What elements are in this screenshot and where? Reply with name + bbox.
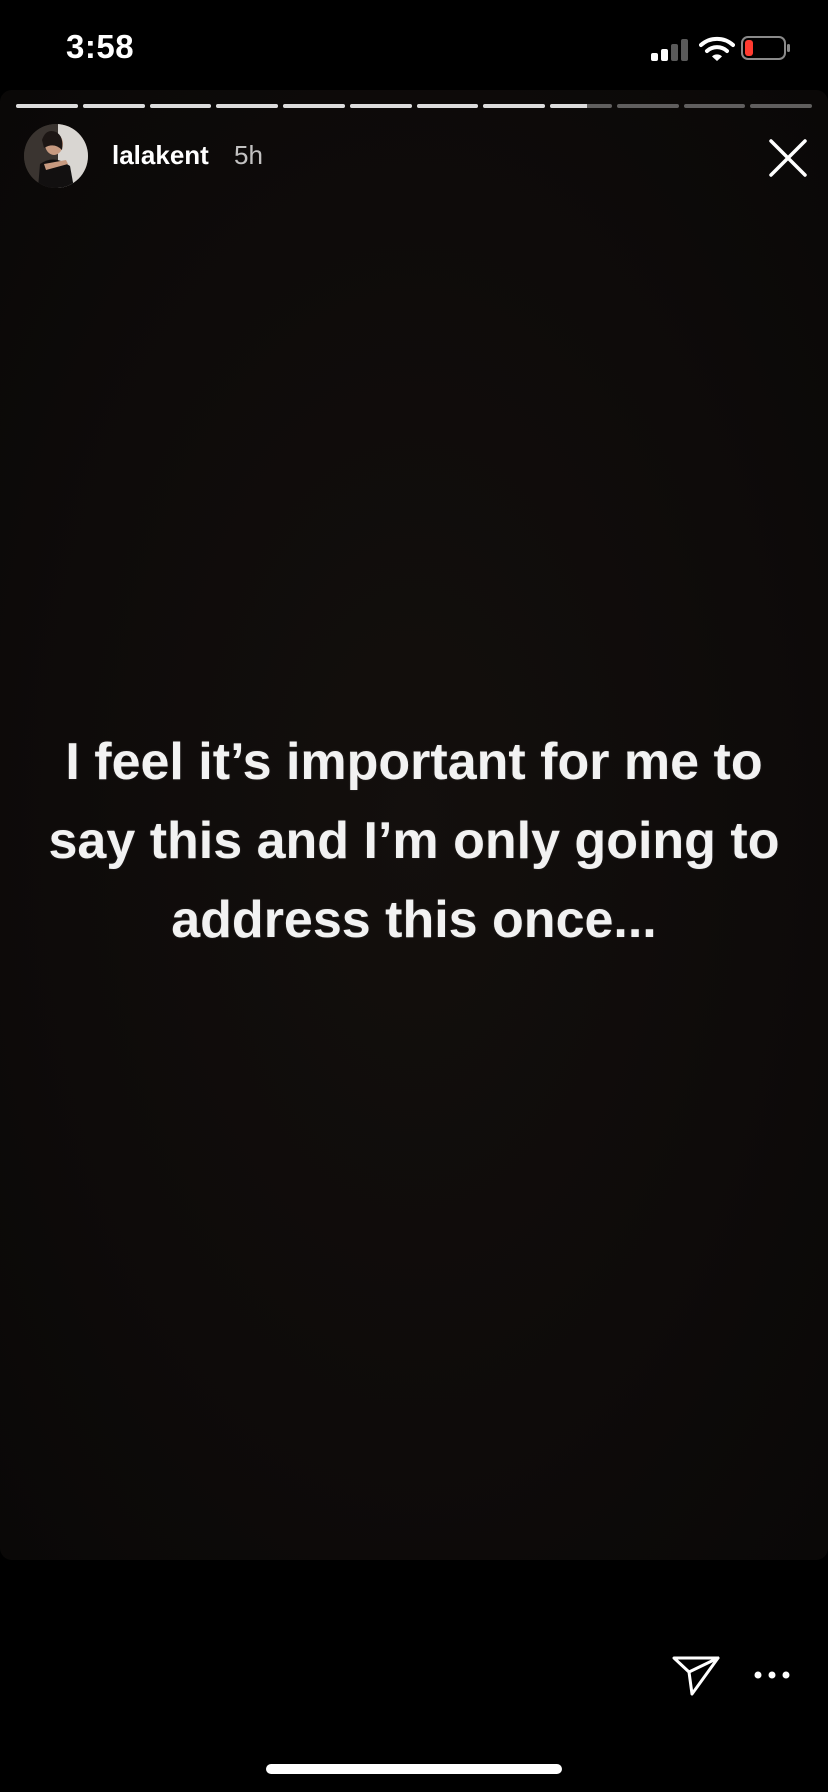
profile-avatar[interactable] [24, 124, 88, 188]
story-progress-segment [82, 104, 145, 108]
story-progress-segment [349, 104, 412, 108]
story-progress-segment [216, 104, 278, 108]
status-bar: 3:58 [0, 0, 828, 90]
story-username[interactable]: lalakent [112, 140, 209, 171]
story-progress-segment [483, 104, 545, 108]
send-paper-plane-icon[interactable] [672, 1654, 720, 1698]
wifi-icon [699, 36, 735, 62]
story-progress-segment [149, 104, 212, 108]
cellular-signal-icon [651, 37, 691, 61]
story-progress-segment [283, 104, 345, 108]
story-progress-bar [16, 104, 812, 108]
status-time: 3:58 [66, 28, 135, 65]
story-progress-segment [550, 104, 612, 108]
home-indicator[interactable] [266, 1764, 562, 1774]
story-progress-segment [616, 104, 679, 108]
story-text: I feel it’s important for me to say this… [48, 733, 780, 949]
story-header: lalakent 5h [24, 124, 807, 188]
story-time-ago: 5h [234, 140, 263, 170]
story-progress-segment [750, 104, 812, 108]
story-progress-segment [683, 104, 746, 108]
battery-low-icon [741, 36, 791, 60]
close-icon[interactable] [768, 138, 808, 178]
more-options-icon[interactable] [750, 1660, 794, 1690]
story-card[interactable]: lalakent 5h I feel it’s important for me… [0, 90, 828, 1560]
story-progress-segment [16, 104, 78, 108]
story-progress-segment [416, 104, 479, 108]
